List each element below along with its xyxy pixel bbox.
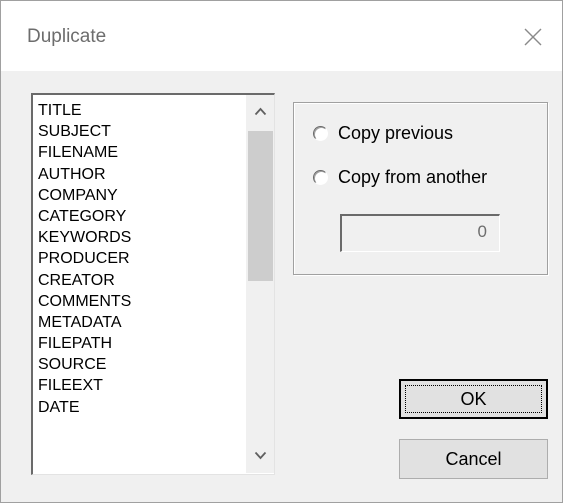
- list-item[interactable]: FILEPATH: [38, 333, 238, 354]
- list-item[interactable]: SOURCE: [38, 354, 238, 375]
- radio-circle-icon[interactable]: [313, 125, 328, 141]
- close-icon: [524, 28, 542, 46]
- chevron-down-icon: [254, 451, 267, 460]
- copy-from-another-label: Copy from another: [338, 166, 488, 187]
- list-item[interactable]: METADATA: [38, 312, 238, 333]
- copy-previous-label: Copy previous: [338, 122, 454, 143]
- scroll-up-button[interactable]: [246, 95, 274, 129]
- list-item[interactable]: CREATOR: [38, 270, 238, 291]
- list-item[interactable]: SUBJECT: [38, 121, 238, 142]
- title-bar: Duplicate: [1, 1, 562, 71]
- radio-circle-icon[interactable]: [313, 169, 328, 185]
- ok-button[interactable]: OK: [399, 379, 548, 419]
- list-item[interactable]: DATE: [38, 397, 238, 418]
- list-item[interactable]: PRODUCER: [38, 248, 238, 269]
- list-item[interactable]: TITLE: [38, 100, 238, 121]
- cancel-button[interactable]: Cancel: [399, 439, 548, 479]
- list-item[interactable]: KEYWORDS: [38, 227, 238, 248]
- list-item[interactable]: COMMENTS: [38, 291, 238, 312]
- fields-list: TITLE SUBJECT FILENAME AUTHOR COMPANY CA…: [38, 100, 238, 418]
- close-button[interactable]: [519, 23, 547, 51]
- scroll-thumb[interactable]: [248, 131, 273, 281]
- list-scrollbar[interactable]: [246, 95, 274, 473]
- list-item[interactable]: FILEEXT: [38, 375, 238, 396]
- dialog-title: Duplicate: [27, 26, 107, 47]
- scroll-down-button[interactable]: [246, 439, 274, 473]
- duplicate-dialog: Duplicate TITLE SUBJECT FILENAME AUTHOR …: [0, 0, 563, 503]
- list-item[interactable]: FILENAME: [38, 142, 238, 163]
- focus-rectangle: [405, 385, 542, 413]
- fields-listbox[interactable]: TITLE SUBJECT FILENAME AUTHOR COMPANY CA…: [31, 93, 275, 475]
- chevron-up-icon: [254, 107, 267, 116]
- copy-from-another-radio[interactable]: Copy from another: [313, 165, 487, 189]
- cancel-button-label: Cancel: [445, 449, 502, 469]
- list-item[interactable]: CATEGORY: [38, 206, 238, 227]
- list-item[interactable]: AUTHOR: [38, 164, 238, 185]
- copy-previous-radio[interactable]: Copy previous: [313, 121, 453, 145]
- list-item[interactable]: COMPANY: [38, 185, 238, 206]
- copy-from-number-field[interactable]: 0: [340, 214, 500, 252]
